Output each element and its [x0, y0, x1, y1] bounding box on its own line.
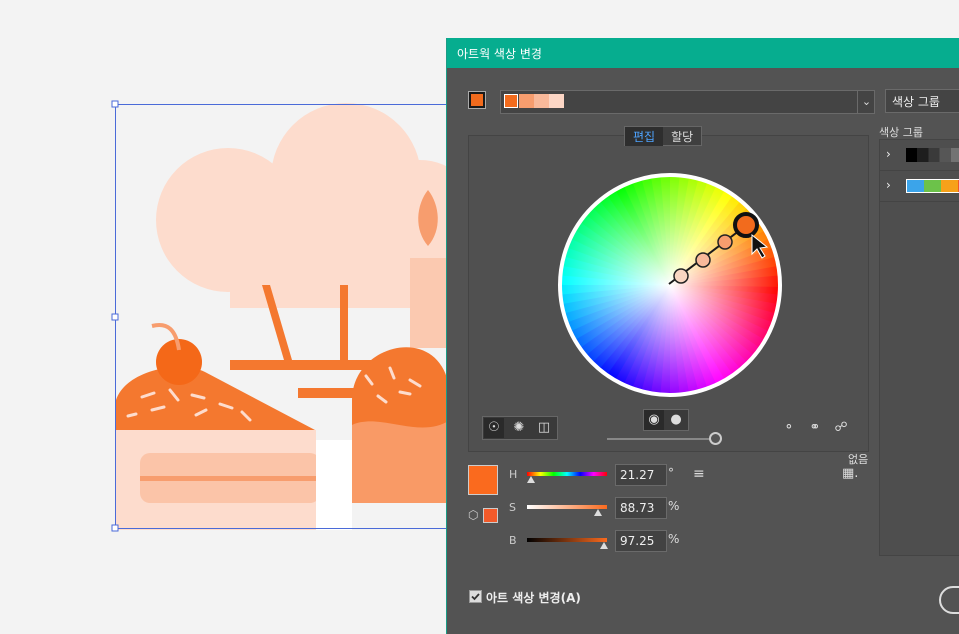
saturation-input[interactable]: 88.73: [615, 497, 667, 519]
chevron-down-icon[interactable]: ⌄: [857, 91, 875, 113]
harmony-swatch-3: [534, 94, 549, 108]
smooth-wheel-icon[interactable]: ☉: [484, 418, 504, 438]
artwork-cupcake: [352, 347, 450, 503]
brightness-thumb[interactable]: [600, 542, 608, 549]
tab-assign[interactable]: 할당: [663, 127, 701, 146]
color-groups-panel: › ›: [879, 139, 959, 556]
harmony-colors-dropdown[interactable]: ⌄: [500, 90, 875, 114]
gamut-cube-icon[interactable]: ⬡: [468, 508, 478, 522]
color-library-icon[interactable]: ▦.: [842, 466, 858, 481]
brightness-input[interactable]: 97.25: [615, 530, 667, 552]
checkmark-icon: [471, 593, 480, 601]
color-group-brights[interactable]: ›: [880, 171, 959, 202]
hue-input[interactable]: 21.27: [615, 464, 667, 486]
harmony-marker-4[interactable]: [673, 268, 689, 284]
wheel-mode-group: ☉ ✺ ◫: [482, 416, 558, 440]
hue-slider-track[interactable]: [527, 472, 607, 476]
bright-swatches: [906, 179, 959, 193]
color-wheel-panel: ☉ ✺ ◫ ◉ ● ⚬ ⚭ ☍: [468, 135, 869, 452]
harmony-marker-2[interactable]: [717, 234, 733, 250]
grayscale-swatches: [906, 148, 959, 162]
hue-label: H: [509, 468, 518, 481]
tab-edit[interactable]: 편집: [625, 127, 664, 146]
menu-icon[interactable]: ≡: [693, 466, 705, 482]
base-color-marker[interactable]: [733, 212, 759, 238]
chevron-right-icon[interactable]: ›: [886, 178, 891, 192]
link-harmony-colors-icon[interactable]: ☍: [831, 418, 851, 438]
active-color-swatch[interactable]: [468, 91, 486, 109]
color-bars-icon[interactable]: ◫: [534, 418, 554, 438]
color-wheel[interactable]: [557, 172, 783, 398]
harmony-marker-3[interactable]: [695, 252, 711, 268]
saturation-label: S: [509, 501, 516, 514]
color-groups-label: 색상 그룹: [879, 126, 923, 139]
add-color-tool-icon[interactable]: ⚬: [779, 418, 799, 438]
dialog-titlebar[interactable]: 아트웍 색상 변경: [447, 38, 959, 68]
saturation-slider-thumb[interactable]: [594, 509, 602, 516]
brightness-slider-thumb[interactable]: [709, 432, 722, 445]
segmented-wheel-icon[interactable]: ✺: [509, 418, 529, 438]
brightness-toggle-group: ◉ ●: [643, 409, 689, 431]
none-label: 없음: [848, 453, 869, 466]
dialog-title: 아트웍 색상 변경: [457, 47, 542, 61]
chevron-right-icon[interactable]: ›: [886, 147, 891, 161]
artwork-gap: [316, 440, 352, 530]
mode-tabs: 편집 할당: [624, 126, 703, 146]
show-saturation-hue-icon[interactable]: ◉: [644, 410, 664, 430]
artwork-canvas: [111, 100, 460, 532]
remove-color-tool-icon[interactable]: ⚭: [805, 418, 825, 438]
harmony-swatch-2: [519, 94, 534, 108]
harmony-swatch-4: [549, 94, 564, 108]
harmony-swatch-1: [504, 94, 518, 108]
current-color-swatch[interactable]: [468, 465, 498, 495]
ok-button[interactable]: [939, 586, 959, 614]
recolor-art-label: 아트 색상 변경(A): [486, 591, 581, 605]
gamut-warning-swatch[interactable]: [483, 508, 498, 523]
hue-slider-thumb[interactable]: [527, 476, 535, 483]
show-brightness-hue-icon[interactable]: ●: [666, 410, 686, 430]
brightness-label: B: [509, 534, 517, 547]
recolor-art-checkbox[interactable]: [469, 590, 482, 603]
brightness-track[interactable]: [527, 538, 607, 542]
color-group-dropdown[interactable]: 색상 그룹: [885, 89, 959, 113]
color-group-grayscale[interactable]: ›: [880, 140, 959, 171]
brightness-slider-track[interactable]: [607, 438, 715, 440]
recolor-artwork-dialog: 아트웍 색상 변경 ⌄ 색상 그룹 ☉ ✺ ◫ ◉ ● ⚬ ⚭ ☍ 편집 할당 …: [446, 38, 959, 634]
